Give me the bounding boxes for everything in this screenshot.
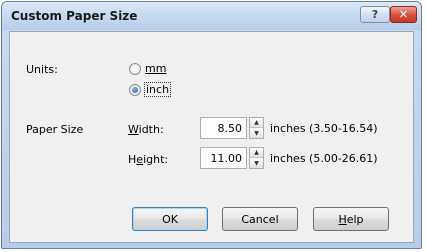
height-range: inches (5.00-26.61) xyxy=(270,152,378,165)
height-label: Height: xyxy=(128,153,169,166)
width-range: inches (3.50-16.54) xyxy=(270,122,378,135)
title-bar[interactable]: Custom Paper Size ? ✕ xyxy=(2,2,421,30)
dialog-body: Units: mm inch Paper Size Width: 8.50 ▲ … xyxy=(9,31,414,243)
triangle-down-icon[interactable]: ▼ xyxy=(250,158,263,168)
width-label: Width: xyxy=(128,123,164,136)
triangle-down-icon[interactable]: ▼ xyxy=(250,128,263,138)
cancel-button[interactable]: Cancel xyxy=(222,207,298,231)
radio-selected-dot xyxy=(132,87,138,93)
help-caption-button[interactable]: ? xyxy=(360,6,390,23)
close-icon: ✕ xyxy=(398,8,409,21)
triangle-up-icon[interactable]: ▲ xyxy=(250,148,263,158)
help-button[interactable]: Help xyxy=(313,207,389,231)
height-input[interactable]: 11.00 xyxy=(200,147,247,169)
units-label: Units: xyxy=(26,63,58,76)
question-mark-icon: ? xyxy=(371,8,379,21)
triangle-up-icon[interactable]: ▲ xyxy=(250,118,263,128)
ok-button[interactable]: OK xyxy=(132,207,208,231)
radio-mm[interactable] xyxy=(129,63,141,75)
paper-size-label: Paper Size xyxy=(26,123,84,136)
close-caption-button[interactable]: ✕ xyxy=(390,6,417,23)
width-spinner[interactable]: ▲ ▼ xyxy=(249,117,264,139)
radio-inch-label[interactable]: inch xyxy=(144,82,172,97)
height-spinner[interactable]: ▲ ▼ xyxy=(249,147,264,169)
window-title: Custom Paper Size xyxy=(11,9,138,23)
custom-paper-size-dialog: Custom Paper Size ? ✕ Units: mm inch Pap… xyxy=(1,1,422,249)
radio-mm-label[interactable]: mm xyxy=(145,62,166,75)
radio-inch[interactable] xyxy=(129,84,141,96)
width-input[interactable]: 8.50 xyxy=(200,117,247,139)
